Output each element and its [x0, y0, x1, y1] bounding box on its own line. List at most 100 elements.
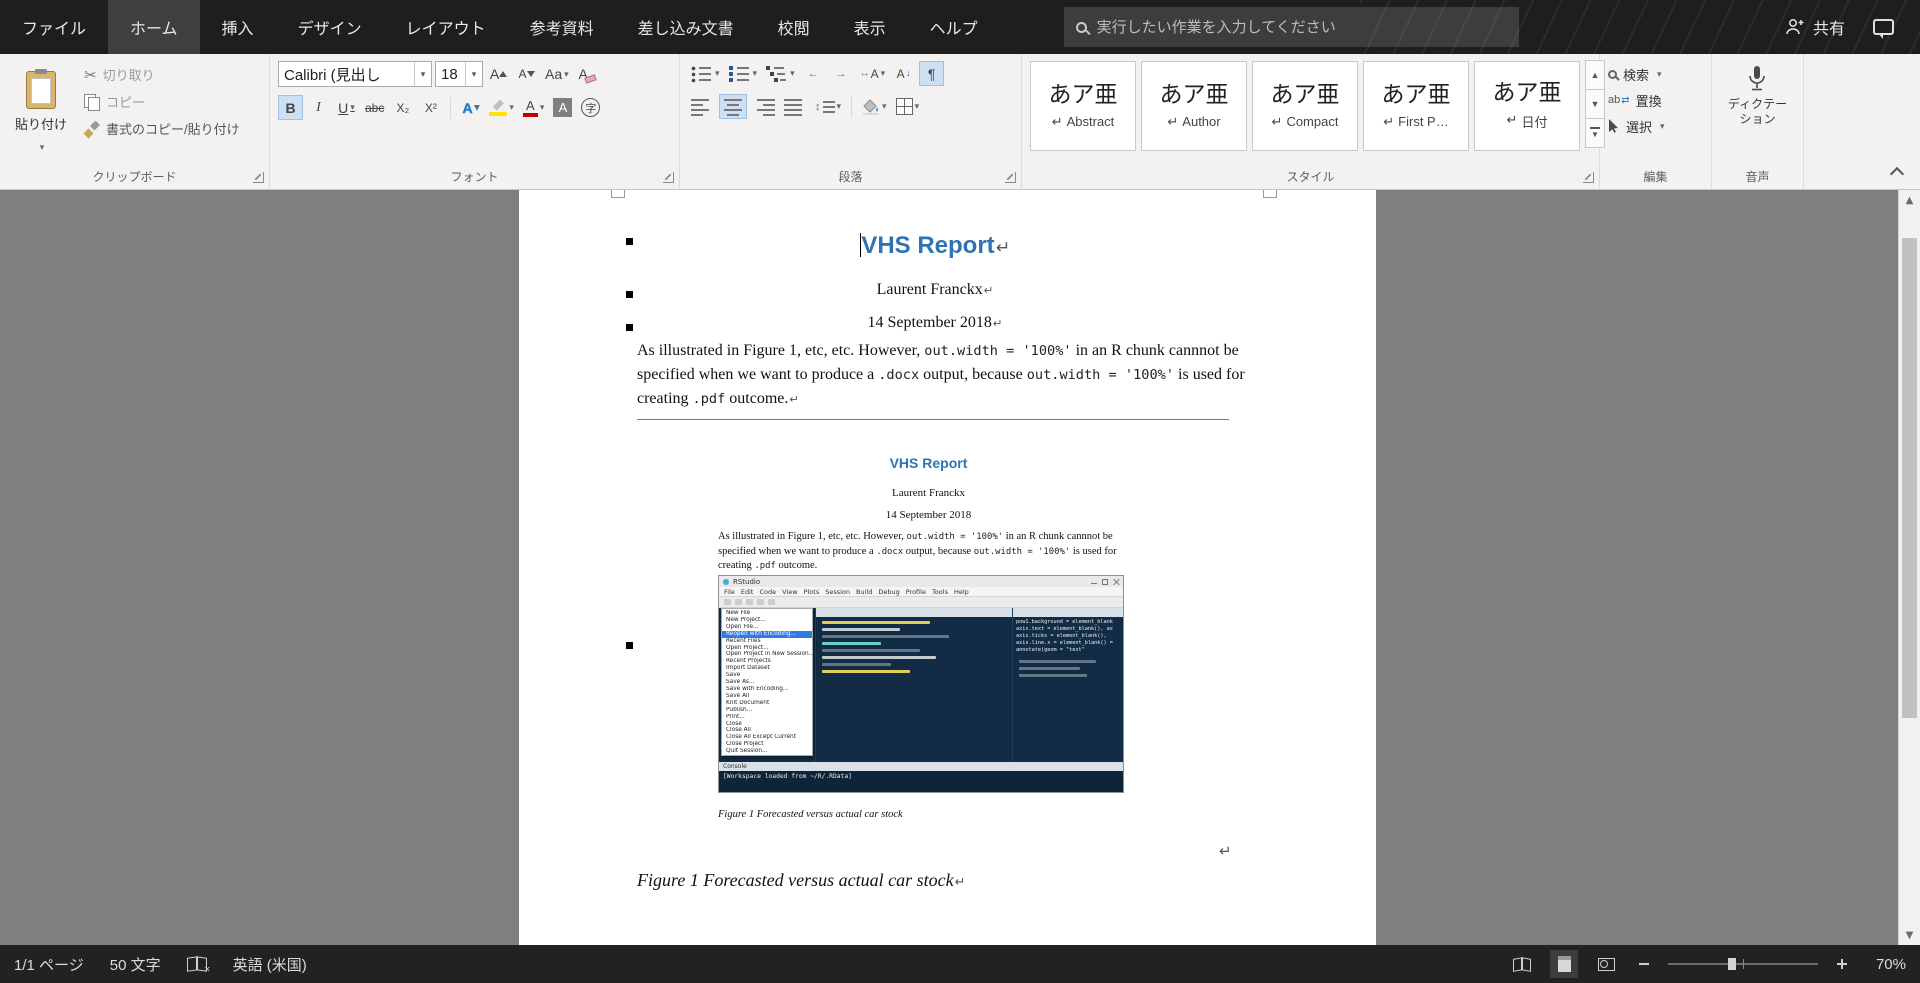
ribbon-tab[interactable]: 表示	[832, 0, 908, 54]
collapse-ribbon-icon[interactable]	[1889, 166, 1905, 182]
sort-button[interactable]: A	[891, 61, 916, 86]
clear-formatting-button[interactable]: A	[575, 62, 600, 87]
document-title-line[interactable]: VHS Report↵	[637, 232, 1233, 260]
figure-caption-line[interactable]: Figure 1 Forecasted versus actual car st…	[637, 870, 965, 891]
print-layout-button[interactable]	[1550, 950, 1578, 978]
font-size-combo[interactable]: 18	[435, 61, 483, 87]
zoom-out-button[interactable]	[1634, 954, 1654, 974]
ribbon-tab[interactable]: 参考資料	[508, 0, 616, 54]
paste-button[interactable]: 貼り付け	[8, 61, 74, 163]
preview-date: 14 September 2018	[885, 509, 972, 521]
search-input[interactable]	[1096, 18, 1507, 36]
rstudio-screenshot-image[interactable]: RStudio File Edit Code View Plots Session Buil…	[718, 575, 1124, 793]
ribbon-tab[interactable]: 差し込み文書	[616, 0, 756, 54]
style-card-compact[interactable]: あア亜 ↵ Compact	[1252, 61, 1358, 151]
zoom-level[interactable]: 70%	[1866, 956, 1906, 973]
character-shading-button[interactable]: A	[550, 95, 575, 120]
highlight-color-button[interactable]	[486, 95, 517, 120]
scroll-up-button[interactable]: ▲	[1899, 190, 1920, 210]
ribbon-tab[interactable]: 校閲	[756, 0, 832, 54]
read-mode-icon	[1513, 958, 1531, 970]
share-button[interactable]: 共有	[1785, 15, 1845, 39]
rstudio-file-menu-item: New Project...	[726, 616, 766, 623]
comments-icon[interactable]	[1873, 19, 1894, 39]
enclose-characters-button[interactable]: 字	[578, 95, 603, 120]
superscript-button[interactable]: X²	[418, 95, 443, 120]
font-name-dropdown-arrow[interactable]	[414, 62, 431, 86]
ribbon-tab[interactable]: 挿入	[200, 0, 276, 54]
shrink-font-button[interactable]: A	[514, 62, 539, 87]
multilevel-list-button[interactable]	[763, 61, 798, 86]
style-card-abstract[interactable]: あア亜 ↵ Abstract	[1030, 61, 1136, 151]
borders-grid-icon	[895, 98, 913, 115]
zoom-in-button[interactable]	[1832, 954, 1852, 974]
copy-icon	[84, 93, 100, 111]
align-center-button[interactable]	[719, 94, 747, 119]
align-right-button[interactable]	[750, 94, 778, 119]
ribbon-tab[interactable]: ファイル	[0, 0, 108, 54]
copy-button[interactable]: コピー	[84, 90, 240, 113]
font-dialog-launcher[interactable]	[663, 172, 674, 183]
justify-button[interactable]	[781, 94, 809, 119]
format-painter-button[interactable]: 書式のコピー/貼り付け	[84, 117, 240, 140]
show-formatting-marks-button[interactable]: ¶	[919, 61, 945, 86]
style-card-first-paragraph[interactable]: あア亜 ↵ First P…	[1363, 61, 1469, 151]
subscript-button[interactable]: X₂	[390, 95, 415, 120]
tell-me-search[interactable]	[1063, 7, 1519, 47]
document-page[interactable]: VHS Report↵ Laurent Franckx↵ 14 Septembe…	[519, 190, 1376, 945]
bullet-list-button[interactable]	[688, 61, 723, 86]
bold-button[interactable]: B	[278, 95, 303, 120]
scrollbar-thumb[interactable]	[1902, 238, 1917, 718]
ribbon-tab[interactable]: ヘルプ	[908, 0, 1000, 54]
decrease-indent-button[interactable]: ←	[801, 61, 826, 86]
scroll-down-button[interactable]: ▼	[1899, 925, 1920, 945]
numbered-list-button[interactable]	[726, 61, 761, 86]
read-mode-button[interactable]	[1508, 950, 1536, 978]
strikethrough-button[interactable]: abc	[362, 95, 387, 120]
zoom-slider-thumb[interactable]	[1728, 958, 1736, 970]
ribbon-tab[interactable]: デザイン	[276, 0, 384, 54]
dictate-button[interactable]: ディクテー ション	[1721, 61, 1794, 130]
language-indicator[interactable]: 英語 (米国)	[233, 954, 307, 975]
find-button[interactable]: 検索	[1608, 61, 1703, 87]
rstudio-file-menu-item: Save As...	[726, 679, 755, 686]
replace-button[interactable]: ab 置換	[1608, 87, 1703, 113]
body-paragraph[interactable]: As illustrated in Figure 1, etc, etc. Ho…	[637, 339, 1245, 411]
inline-code: out.width = '100%'	[973, 546, 1071, 557]
increase-indent-button[interactable]: →	[829, 61, 854, 86]
styles-dialog-launcher[interactable]	[1583, 172, 1594, 183]
change-case-button[interactable]: Aa	[542, 62, 572, 87]
font-color-button[interactable]: A	[520, 95, 548, 120]
zoom-slider[interactable]	[1668, 958, 1818, 970]
grow-font-button[interactable]: A	[486, 62, 511, 87]
underline-button[interactable]: U	[334, 95, 359, 120]
cut-button[interactable]: ✂ 切り取り	[84, 63, 240, 86]
document-author-line[interactable]: Laurent Franckx↵	[637, 281, 1233, 299]
italic-button[interactable]: I	[306, 95, 331, 120]
style-card-date[interactable]: あア亜 ↵ 日付	[1474, 61, 1580, 151]
clipboard-dialog-launcher[interactable]	[253, 172, 264, 183]
word-count[interactable]: 50 文字	[110, 954, 161, 975]
paragraph-dialog-launcher[interactable]	[1005, 172, 1016, 183]
vertical-scrollbar[interactable]: ▲ ▼	[1898, 190, 1920, 945]
ribbon-tab[interactable]: ホーム	[108, 0, 200, 54]
style-card-author[interactable]: あア亜 ↵ Author	[1141, 61, 1247, 151]
text-run: outcome.	[725, 390, 789, 407]
proofing-icon[interactable]: ✕	[187, 957, 211, 974]
text-effects-button[interactable]: A	[458, 95, 483, 120]
font-size-dropdown-arrow[interactable]	[465, 62, 482, 86]
shading-button[interactable]	[859, 94, 890, 119]
ribbon-tab[interactable]: レイアウト	[384, 0, 508, 54]
paste-dropdown-arrow[interactable]	[38, 138, 45, 153]
subscript-icon: X₂	[396, 100, 410, 115]
select-button[interactable]: 選択	[1608, 113, 1703, 139]
line-spacing-lines-icon	[822, 99, 835, 114]
extended-formatting-button[interactable]: A	[857, 61, 889, 86]
font-name-combo[interactable]: Calibri (見出し	[278, 61, 432, 87]
page-indicator[interactable]: 1/1 ページ	[14, 954, 84, 975]
align-left-button[interactable]	[688, 94, 716, 119]
document-date-line[interactable]: 14 September 2018↵	[637, 314, 1233, 332]
line-spacing-button[interactable]: ↕	[812, 94, 844, 119]
borders-button[interactable]	[893, 94, 923, 119]
web-layout-button[interactable]	[1592, 950, 1620, 978]
